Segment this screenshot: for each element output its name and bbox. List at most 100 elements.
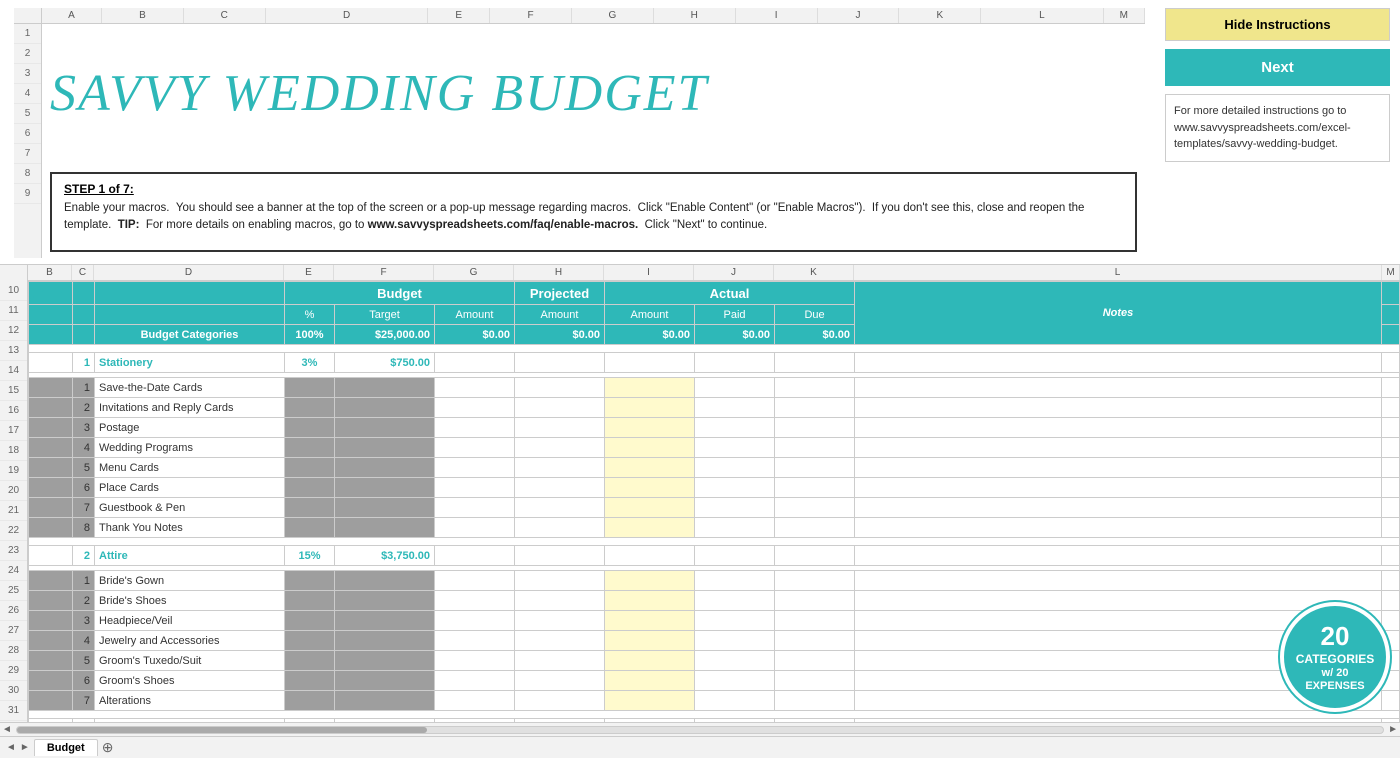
a2-amount[interactable] bbox=[435, 591, 515, 611]
a1-amount[interactable] bbox=[435, 571, 515, 591]
item-6-act[interactable] bbox=[605, 478, 695, 498]
item-8-paid[interactable] bbox=[695, 518, 775, 538]
tab-next-icon[interactable]: ► bbox=[20, 742, 30, 753]
a4-label: Jewelry and Accessories bbox=[95, 631, 285, 651]
item-3-notes[interactable] bbox=[855, 418, 1382, 438]
item-1-notes[interactable] bbox=[855, 378, 1382, 398]
scroll-right-icon[interactable]: ► bbox=[1388, 724, 1398, 735]
a7-paid[interactable] bbox=[695, 691, 775, 711]
a7-amount[interactable] bbox=[435, 691, 515, 711]
item-4-amount[interactable] bbox=[435, 438, 515, 458]
stationery-blank bbox=[1382, 353, 1400, 373]
a3-due[interactable] bbox=[775, 611, 855, 631]
table-area: B C D E F G H I J K L M bbox=[28, 265, 1400, 722]
a5-proj bbox=[515, 651, 605, 671]
a2-act[interactable] bbox=[605, 591, 695, 611]
item-1-paid[interactable] bbox=[695, 378, 775, 398]
sub-blank-c bbox=[73, 305, 95, 325]
item-8-act[interactable] bbox=[605, 518, 695, 538]
scrollbar-track[interactable] bbox=[16, 726, 1384, 734]
item-1-due[interactable] bbox=[775, 378, 855, 398]
item-5-paid[interactable] bbox=[695, 458, 775, 478]
item-7-amount[interactable] bbox=[435, 498, 515, 518]
a2-paid[interactable] bbox=[695, 591, 775, 611]
a5-amount[interactable] bbox=[435, 651, 515, 671]
a3-pct bbox=[285, 611, 335, 631]
a6-amount[interactable] bbox=[435, 671, 515, 691]
item-8-amount[interactable] bbox=[435, 518, 515, 538]
a1-due[interactable] bbox=[775, 571, 855, 591]
minus-icon[interactable]: − bbox=[49, 284, 58, 302]
act-amount-subheader: Amount bbox=[605, 305, 695, 325]
item-3-amount[interactable] bbox=[435, 418, 515, 438]
item-5-num: 5 bbox=[73, 458, 95, 478]
item-6-amount[interactable] bbox=[435, 478, 515, 498]
projected-header: Projected bbox=[515, 282, 605, 305]
col-header-c: C bbox=[72, 265, 94, 280]
item-2-notes[interactable] bbox=[855, 398, 1382, 418]
a2-due[interactable] bbox=[775, 591, 855, 611]
tab-budget[interactable]: Budget bbox=[34, 739, 98, 756]
a3-act[interactable] bbox=[605, 611, 695, 631]
a3-amount[interactable] bbox=[435, 611, 515, 631]
item-7-paid[interactable] bbox=[695, 498, 775, 518]
down-arrow-icon[interactable]: ↓ bbox=[31, 285, 38, 301]
totals-amount: $0.00 bbox=[435, 325, 515, 345]
hide-instructions-button[interactable]: Hide Instructions bbox=[1165, 8, 1390, 41]
up-arrow-icon[interactable]: ↑ bbox=[40, 285, 47, 301]
item-1-amount[interactable] bbox=[435, 378, 515, 398]
instructions-body: Enable your macros. You should see a ban… bbox=[64, 200, 1123, 235]
item-3-act[interactable] bbox=[605, 418, 695, 438]
item-4-paid[interactable] bbox=[695, 438, 775, 458]
item-6-paid[interactable] bbox=[695, 478, 775, 498]
a5-paid[interactable] bbox=[695, 651, 775, 671]
a2-notes[interactable] bbox=[855, 591, 1382, 611]
tab-prev-icon[interactable]: ◄ bbox=[6, 742, 16, 753]
item-3-paid[interactable] bbox=[695, 418, 775, 438]
a7-due[interactable] bbox=[775, 691, 855, 711]
a1-notes[interactable] bbox=[855, 571, 1382, 591]
item-4-notes[interactable] bbox=[855, 438, 1382, 458]
a4-due[interactable] bbox=[775, 631, 855, 651]
item-2-act[interactable] bbox=[605, 398, 695, 418]
a3-paid[interactable] bbox=[695, 611, 775, 631]
a1-act[interactable] bbox=[605, 571, 695, 591]
item-1-act[interactable] bbox=[605, 378, 695, 398]
item-2-amount[interactable] bbox=[435, 398, 515, 418]
item-6-due[interactable] bbox=[775, 478, 855, 498]
item-2-due[interactable] bbox=[775, 398, 855, 418]
item-4-due[interactable] bbox=[775, 438, 855, 458]
a4-amount[interactable] bbox=[435, 631, 515, 651]
a4-act[interactable] bbox=[605, 631, 695, 651]
item-8-notes[interactable] bbox=[855, 518, 1382, 538]
a5-due[interactable] bbox=[775, 651, 855, 671]
a2-nav bbox=[29, 591, 73, 611]
header-row-1: ↓ ↑ − + Budget Projected bbox=[29, 282, 1400, 305]
a1-paid[interactable] bbox=[695, 571, 775, 591]
scroll-left-icon[interactable]: ◄ bbox=[2, 724, 12, 735]
item-6-notes[interactable] bbox=[855, 478, 1382, 498]
tab-add-icon[interactable]: ⊕ bbox=[102, 739, 114, 756]
item-7-due[interactable] bbox=[775, 498, 855, 518]
item-3-due[interactable] bbox=[775, 418, 855, 438]
rn-12: 12 bbox=[0, 321, 27, 341]
a6-act[interactable] bbox=[605, 671, 695, 691]
item-5-act[interactable] bbox=[605, 458, 695, 478]
plus-icon[interactable]: + bbox=[61, 284, 70, 302]
a7-target bbox=[335, 691, 435, 711]
a6-paid[interactable] bbox=[695, 671, 775, 691]
a5-act[interactable] bbox=[605, 651, 695, 671]
item-7-notes[interactable] bbox=[855, 498, 1382, 518]
item-5-notes[interactable] bbox=[855, 458, 1382, 478]
item-5-amount[interactable] bbox=[435, 458, 515, 478]
item-7-act[interactable] bbox=[605, 498, 695, 518]
item-5-due[interactable] bbox=[775, 458, 855, 478]
a7-act[interactable] bbox=[605, 691, 695, 711]
a6-due[interactable] bbox=[775, 671, 855, 691]
next-button[interactable]: Next bbox=[1165, 49, 1390, 86]
col-a: A bbox=[42, 8, 102, 23]
item-8-due[interactable] bbox=[775, 518, 855, 538]
item-4-act[interactable] bbox=[605, 438, 695, 458]
item-2-paid[interactable] bbox=[695, 398, 775, 418]
a4-paid[interactable] bbox=[695, 631, 775, 651]
